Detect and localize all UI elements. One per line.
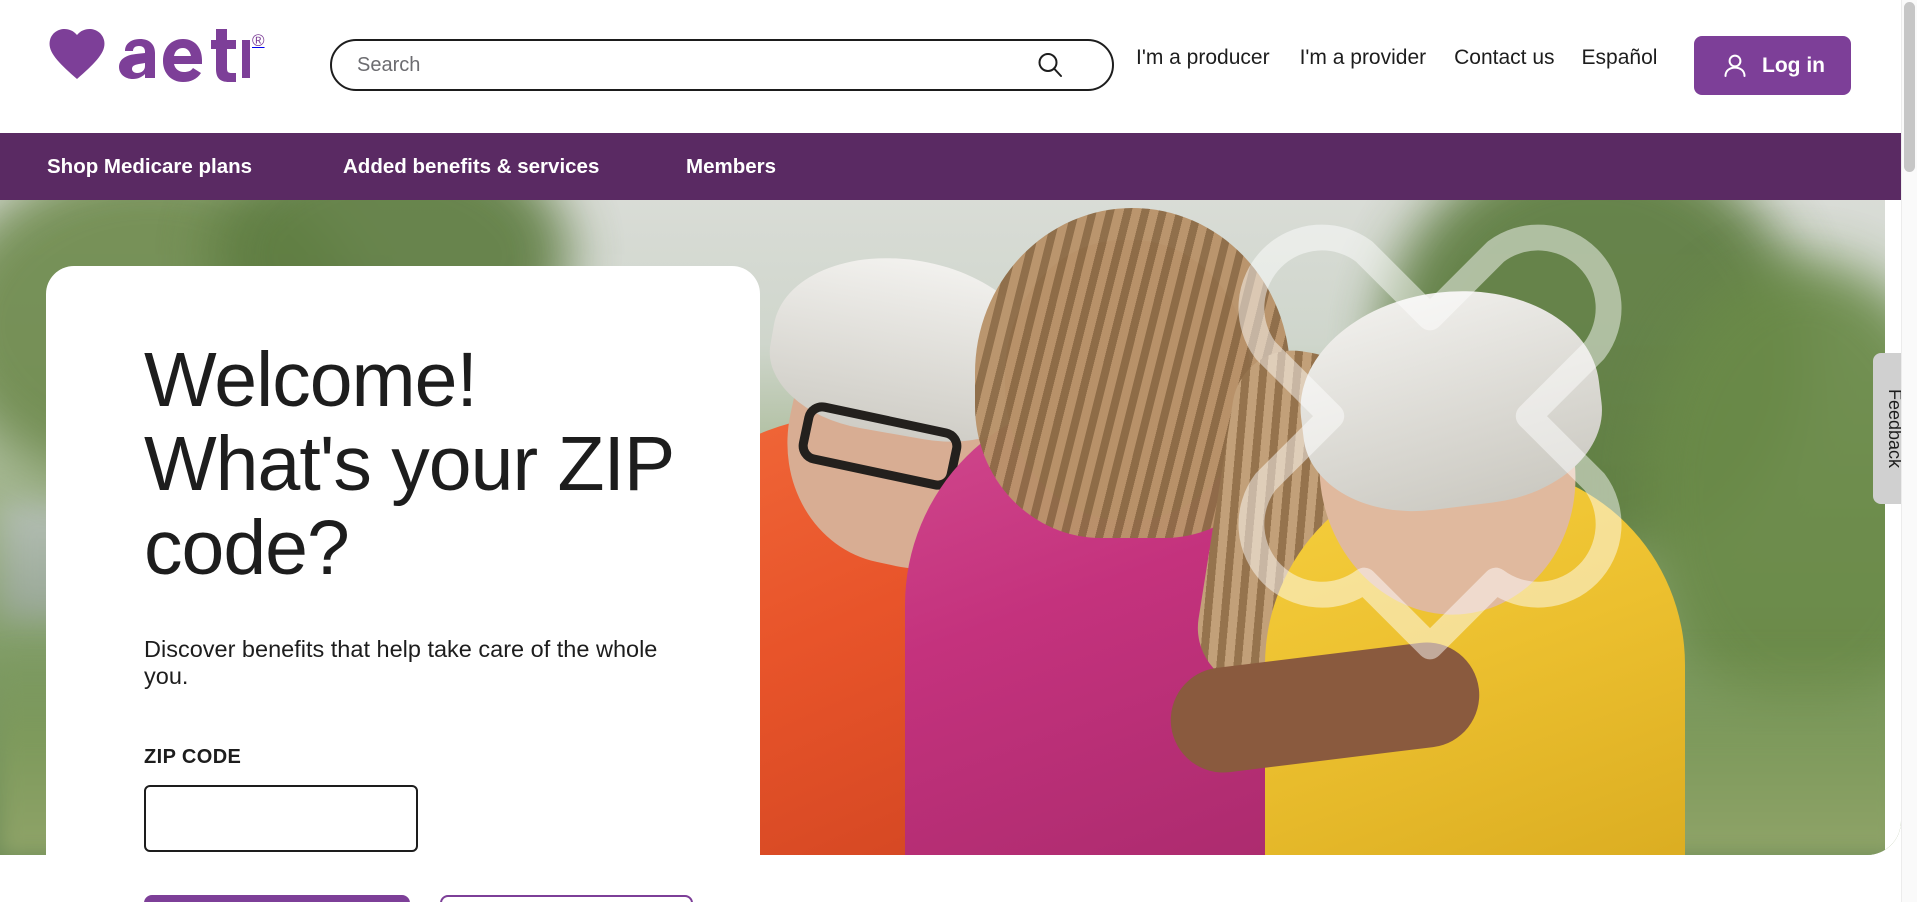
page-root: ® I'm a producer I'm a provider Contact …	[0, 0, 1917, 902]
search-input[interactable]	[332, 42, 1022, 88]
help-me-find-a-plan-button[interactable]: Help me find a plan	[440, 895, 693, 902]
header-links: I'm a producer I'm a provider Contact us…	[1136, 40, 1657, 76]
zip-code-input[interactable]	[144, 785, 418, 852]
nav-item-members[interactable]: Members	[686, 155, 776, 179]
registered-trademark: ®	[252, 31, 265, 50]
shop-medicare-plans-button[interactable]: Shop Medicare plans	[144, 895, 411, 902]
site-header: ® I'm a producer I'm a provider Contact …	[0, 0, 1901, 133]
log-in-label: Log in	[1762, 53, 1825, 77]
hero-subtitle: Discover benefits that help take care of…	[144, 636, 658, 689]
nav-item-shop-medicare-plans[interactable]: Shop Medicare plans	[47, 155, 252, 179]
page-title: Welcome! What's your ZIP code?	[144, 337, 674, 591]
search-box[interactable]	[330, 39, 1114, 91]
hero-right-edge	[1885, 200, 1901, 855]
page-scrollbar[interactable]	[1901, 0, 1917, 902]
link-espanol[interactable]: Español	[1582, 40, 1658, 76]
search-icon	[1038, 53, 1062, 77]
main-navigation: Shop Medicare plans Added benefits & ser…	[0, 133, 1901, 200]
link-im-a-producer[interactable]: I'm a producer	[1136, 40, 1270, 76]
link-im-a-provider[interactable]: I'm a provider	[1300, 40, 1427, 76]
nav-item-added-benefits-services[interactable]: Added benefits & services	[343, 155, 599, 179]
link-contact-us[interactable]: Contact us	[1454, 40, 1554, 76]
search-button[interactable]	[1022, 42, 1078, 88]
scrollbar-thumb[interactable]	[1904, 2, 1915, 172]
aetna-logo[interactable]: ®	[45, 27, 265, 89]
aetna-wordmark-icon	[49, 28, 250, 82]
log-in-button[interactable]: Log in	[1694, 36, 1851, 95]
zip-code-label: ZIP CODE	[144, 746, 242, 768]
zip-entry-card: Welcome! What's your ZIP code? Discover …	[46, 266, 760, 902]
user-icon	[1724, 54, 1746, 77]
hero-button-row: Shop Medicare plans Help me find a plan	[144, 895, 700, 902]
